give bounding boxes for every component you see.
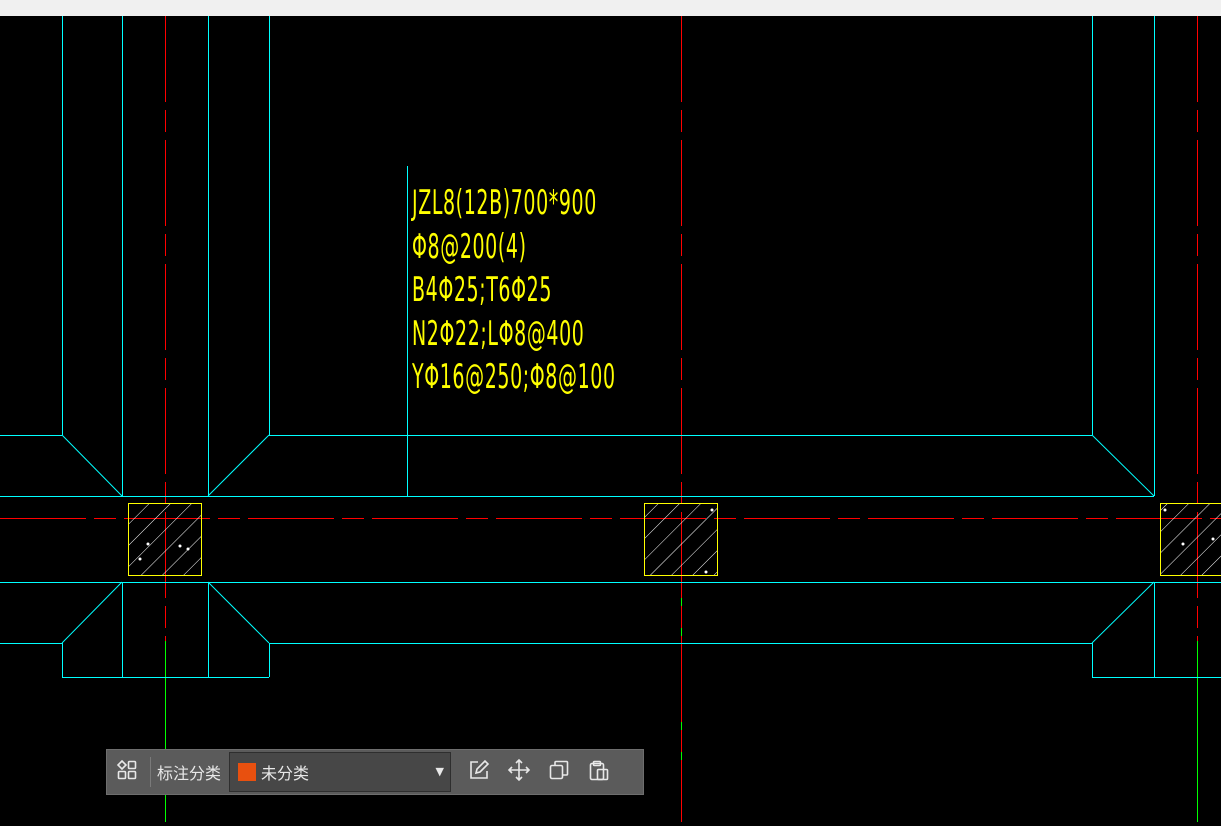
edit-button[interactable] [459,750,499,794]
paste-button[interactable] [579,750,619,794]
chevron-down-icon[interactable]: ▼ [436,765,444,778]
category-color-swatch [238,763,256,781]
annotation-line: YΦ16@250;Φ8@100 [412,356,616,400]
annotation-toolbar: 标注分类 未分类 ▼ [106,749,644,795]
toolbar-divider [150,757,151,787]
column-center[interactable] [645,504,718,576]
annotation-line: JZL8(12B)700*900 [412,182,616,226]
move-button[interactable] [499,750,539,794]
drawing-svg[interactable] [0,16,1221,822]
grid-button[interactable] [107,750,147,794]
paste-icon [588,759,610,785]
move-icon [507,758,531,786]
title-bar [0,0,1221,16]
category-select[interactable]: 未分类 ▼ [229,752,451,792]
cad-canvas[interactable]: JZL8(12B)700*900 Φ8@200(4) B4Φ25;T6Φ25 N… [0,16,1221,822]
annotation-line: N2Φ22;LΦ8@400 [412,313,616,357]
edit-icon [468,759,490,785]
copy-icon [548,759,570,785]
annotation-line: B4Φ25;T6Φ25 [412,269,616,313]
column-right[interactable] [1161,504,1221,576]
column-left[interactable] [129,504,202,576]
beam-annotation[interactable]: JZL8(12B)700*900 Φ8@200(4) B4Φ25;T6Φ25 N… [412,182,616,400]
copy-button[interactable] [539,750,579,794]
category-label: 标注分类 [154,760,229,784]
category-select-value: 未分类 [261,760,309,784]
annotation-line: Φ8@200(4) [412,226,616,270]
red-axis-lines [0,16,1221,822]
grid-icon [116,759,138,785]
